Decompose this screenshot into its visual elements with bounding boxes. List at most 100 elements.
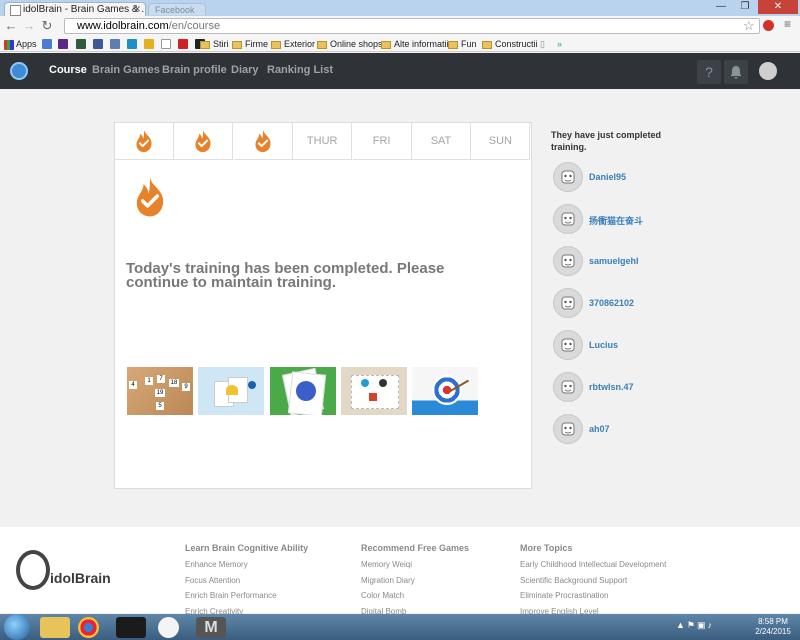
- bookmark-site-icon[interactable]: [76, 39, 86, 49]
- user-avatar-icon[interactable]: [553, 414, 583, 444]
- bookmark-site-icon[interactable]: [161, 39, 171, 49]
- help-icon[interactable]: ?: [697, 60, 721, 84]
- more-bookmarks-icon[interactable]: »: [557, 38, 562, 50]
- footer-link[interactable]: Color Match: [361, 591, 404, 600]
- bookmark-folder-alte-informatii[interactable]: Alte informatii: [381, 38, 449, 50]
- tab-title: idolBrain - Brain Games & ...: [23, 4, 146, 15]
- robot-face-icon: [561, 170, 575, 184]
- game-thumbnail-puzzle[interactable]: [341, 367, 407, 415]
- footer-link[interactable]: Memory Weiqi: [361, 560, 412, 569]
- forward-arrow-icon[interactable]: →: [22, 18, 36, 34]
- bookmark-site-icon[interactable]: [110, 39, 120, 49]
- bookmark-apps[interactable]: Apps: [4, 38, 37, 50]
- extension-icon[interactable]: [763, 20, 774, 31]
- maximize-window-button[interactable]: ❐: [734, 0, 756, 14]
- folder-icon: [317, 40, 327, 49]
- nvidia-icon[interactable]: [116, 617, 146, 638]
- user-name-link[interactable]: rbtwlsn.47: [589, 382, 634, 392]
- bookmark-folder-exterior[interactable]: Exterior: [271, 38, 315, 50]
- game-thumbnail-numbers[interactable]: 4 1 7 18 9 19 5: [127, 367, 193, 415]
- imdb-bookmark-icon[interactable]: [144, 39, 154, 49]
- taskbar-clock[interactable]: 8:58 PM 2/24/2015: [748, 617, 798, 637]
- bookmark-folder-fun[interactable]: Fun: [448, 38, 477, 50]
- user-name-link[interactable]: 370862102: [589, 298, 634, 308]
- folder-icon: [232, 40, 242, 49]
- game-thumbnail-target[interactable]: [412, 367, 478, 415]
- week-day-5: SAT: [412, 123, 471, 160]
- completed-flame-icon: [195, 129, 211, 153]
- user-name-link[interactable]: 扬衝猫在奋斗: [589, 214, 643, 227]
- reload-icon[interactable]: ↻: [40, 18, 54, 34]
- completed-flame-icon: [136, 177, 164, 217]
- target-icon: [432, 375, 462, 405]
- document-icon[interactable]: ▯: [540, 38, 545, 50]
- sidebar-title: They have just completed training.: [551, 130, 662, 152]
- bookmark-folder-online-shops[interactable]: Online shops: [317, 38, 383, 50]
- footer-link[interactable]: Enhance Memory: [185, 560, 248, 569]
- footer-link[interactable]: Enrich Brain Performance: [185, 591, 277, 600]
- bookmark-site-icon[interactable]: [127, 39, 137, 49]
- user-name-link[interactable]: Daniel95: [589, 172, 626, 182]
- week-day-3: THUR: [293, 123, 353, 160]
- game-thumbnail-cards[interactable]: [198, 367, 264, 415]
- user-avatar-icon[interactable]: [553, 330, 583, 360]
- windows-start-button[interactable]: [4, 614, 30, 640]
- week-day-6: SUN: [471, 123, 531, 160]
- browser-tab-inactive[interactable]: Facebook: [148, 3, 206, 15]
- user-name-link[interactable]: Lucius: [589, 340, 618, 350]
- nav-course[interactable]: Course: [49, 64, 87, 76]
- bookmark-folder-stiri[interactable]: Stiri: [200, 38, 229, 50]
- nav-brain-games[interactable]: Brain Games: [92, 64, 160, 76]
- footer-link[interactable]: Eliminate Procrastination: [520, 591, 608, 600]
- tray-icons[interactable]: ▲⚑▣♪: [676, 620, 736, 634]
- game-thumbnail-color-match[interactable]: [270, 367, 336, 415]
- close-tab-icon[interactable]: ✕: [133, 3, 141, 16]
- week-day-label: SAT: [430, 135, 452, 147]
- bell-icon[interactable]: [724, 60, 748, 84]
- nav-ranking-list[interactable]: Ranking List: [267, 64, 333, 76]
- week-day-0: [115, 123, 174, 160]
- user-name-link[interactable]: ah07: [589, 424, 610, 434]
- nav-brain-profile[interactable]: Brain profile: [162, 64, 227, 76]
- minimize-window-button[interactable]: —: [710, 0, 732, 14]
- close-window-button[interactable]: ✕: [758, 0, 798, 14]
- user-avatar-icon[interactable]: [553, 288, 583, 318]
- user-avatar-icon[interactable]: [553, 372, 583, 402]
- user-avatar-icon[interactable]: [553, 204, 583, 234]
- yahoo-bookmark-icon[interactable]: [58, 39, 68, 49]
- page-favicon-icon: [10, 5, 21, 16]
- bookmark-folder-firme[interactable]: Firme: [232, 38, 268, 50]
- user-avatar-icon[interactable]: [553, 162, 583, 192]
- url-host: www.idolbrain.com: [77, 20, 169, 32]
- site-footer: [0, 527, 800, 613]
- folder-icon: [381, 40, 391, 49]
- footer-logo-icon: [16, 550, 50, 590]
- chrome-taskbar-icon[interactable]: [78, 617, 99, 638]
- robot-face-icon: [561, 254, 575, 268]
- robot-face-icon: [561, 212, 575, 226]
- bookmark-folder-constructii[interactable]: Constructii: [482, 38, 538, 50]
- back-arrow-icon[interactable]: ←: [4, 18, 18, 34]
- bookmark-site-icon[interactable]: [178, 39, 188, 49]
- footer-link[interactable]: Early Childhood Intellectual Development: [520, 560, 666, 569]
- user-avatar-icon[interactable]: [759, 62, 777, 80]
- footer-link[interactable]: Migration Diary: [361, 576, 415, 585]
- file-explorer-icon[interactable]: [40, 617, 70, 638]
- nav-diary[interactable]: Diary: [231, 64, 259, 76]
- address-bar[interactable]: www.idolbrain.com/en/course: [64, 18, 760, 34]
- facebook-bookmark-icon[interactable]: [93, 39, 103, 49]
- user-avatar-icon[interactable]: [553, 246, 583, 276]
- week-day-label: SUN: [488, 135, 512, 147]
- footer-link[interactable]: Scientific Background Support: [520, 576, 627, 585]
- browser-tab-active[interactable]: idolBrain - Brain Games & ... ✕: [4, 2, 146, 16]
- bookmark-star-icon[interactable]: ☆: [743, 18, 755, 34]
- footer-link[interactable]: Focus Attention: [185, 576, 240, 585]
- user-name-link[interactable]: samuelgehl: [589, 256, 639, 266]
- app-taskbar-icon[interactable]: [158, 617, 179, 638]
- menu-icon[interactable]: ≡: [784, 17, 791, 31]
- week-day-label: THUR: [306, 135, 338, 147]
- idolbrain-logo-icon[interactable]: [10, 62, 28, 80]
- m-app-icon[interactable]: M: [196, 617, 226, 638]
- footer-column-title: More Topics: [520, 543, 573, 553]
- google-bookmark-icon[interactable]: [42, 39, 52, 49]
